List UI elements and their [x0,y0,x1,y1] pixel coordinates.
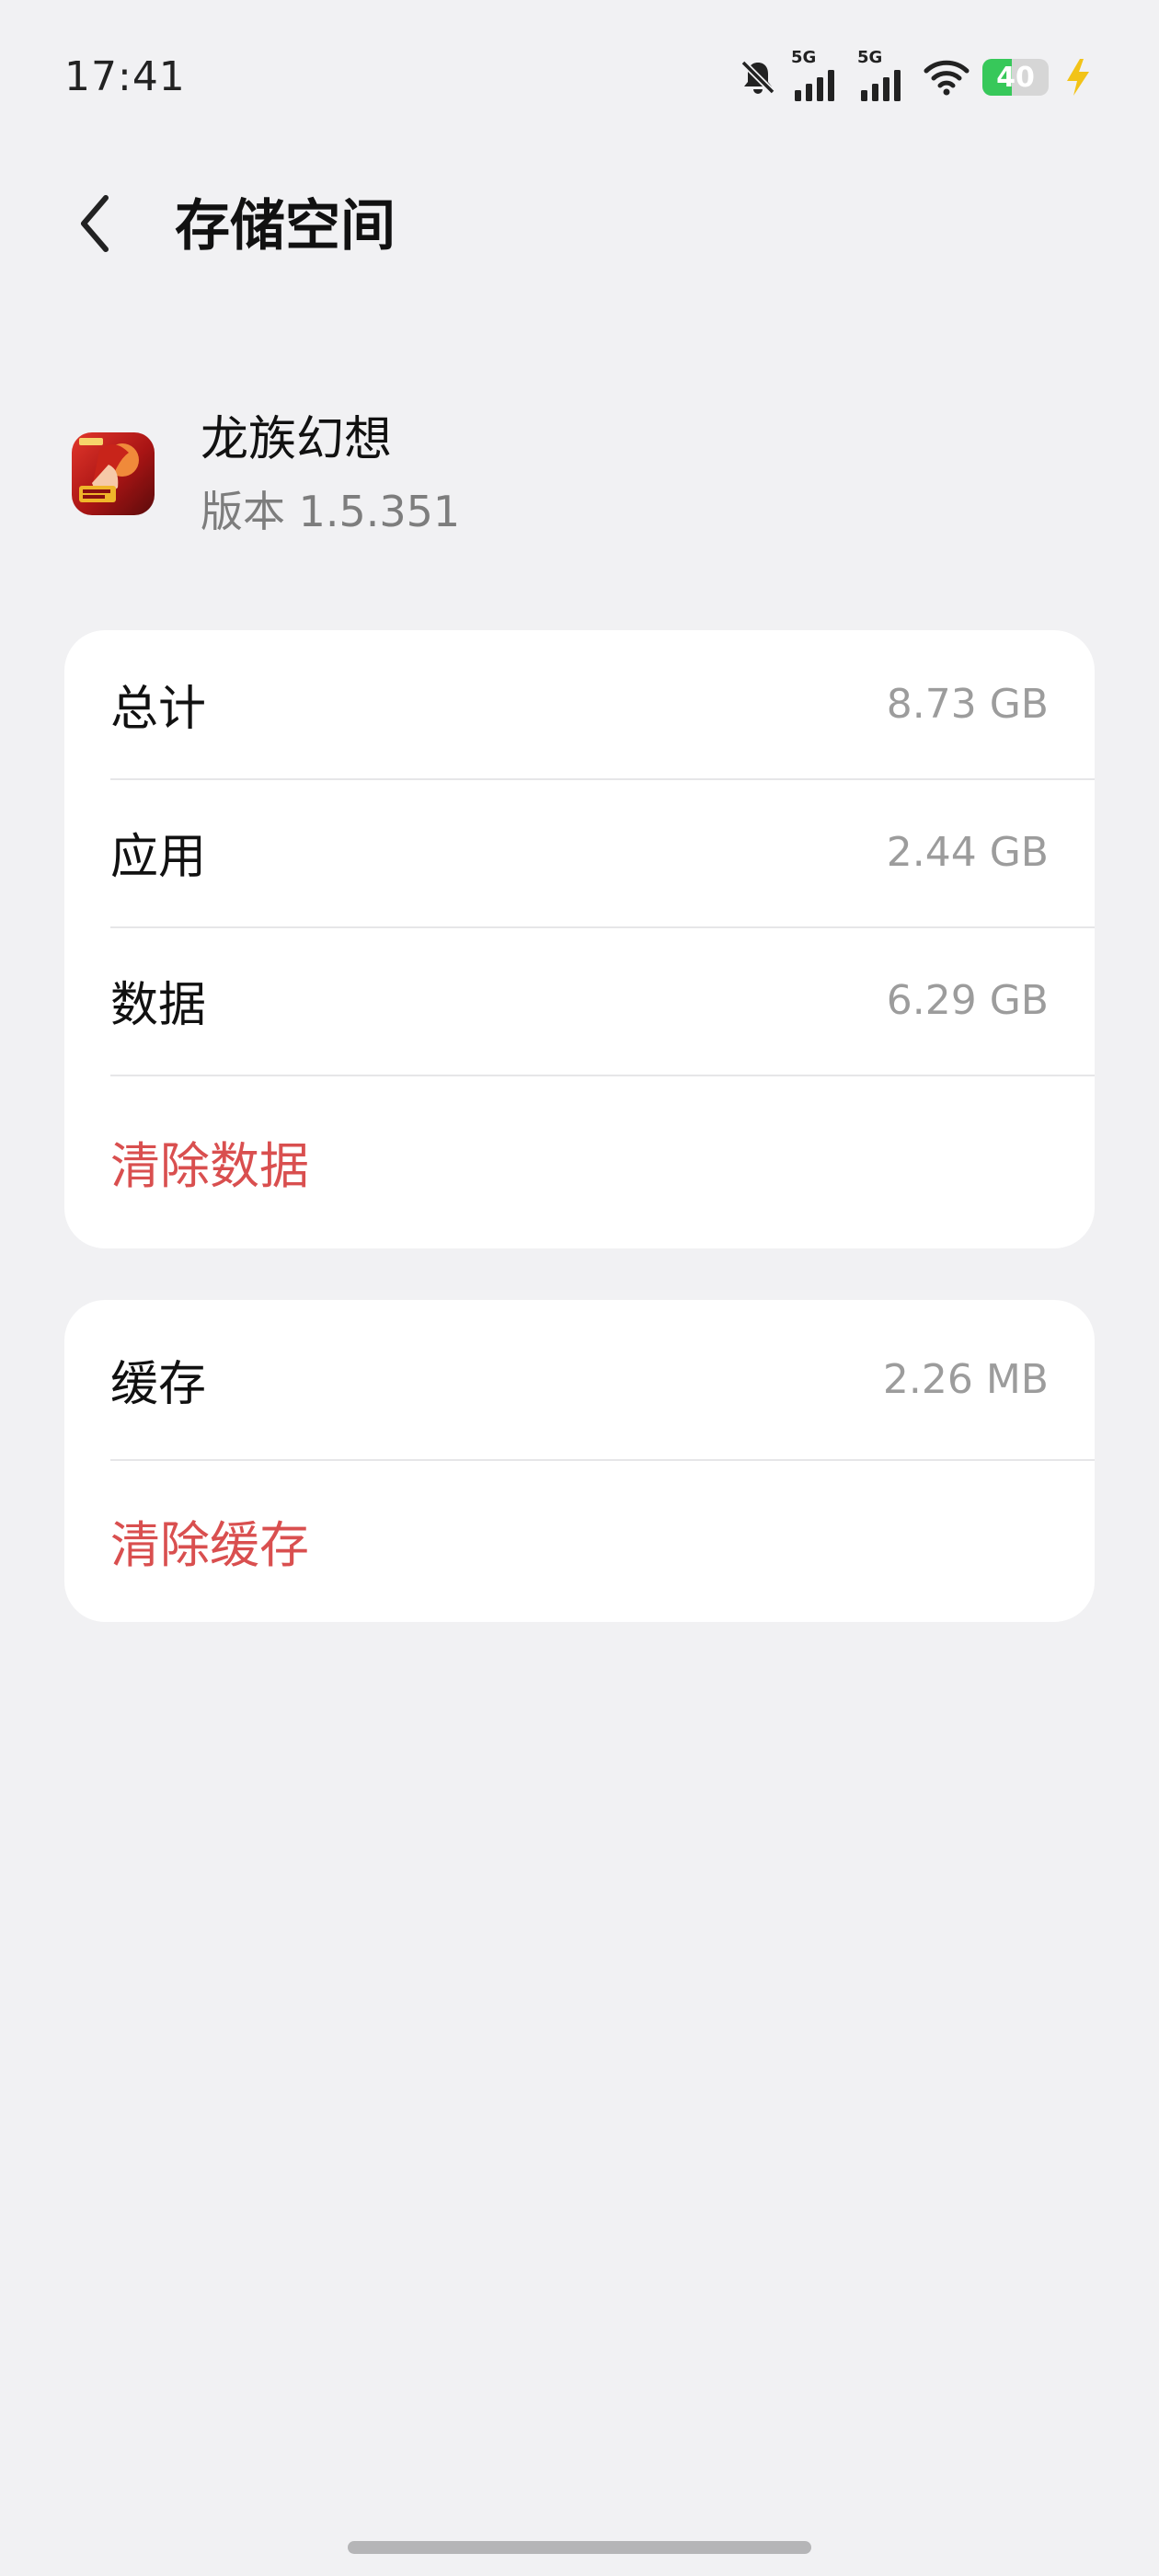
bell-off-icon [738,57,778,98]
header: 存储空间 [0,166,1159,285]
home-indicator[interactable] [348,2541,811,2554]
network-label: 5G [791,48,817,67]
row-label: 数据 [110,978,207,1033]
storage-row-data: 数据 6.29 GB [64,926,1095,1075]
row-label: 缓存 [110,1357,207,1412]
storage-row-app: 应用 2.44 GB [64,778,1095,926]
page-title: 存储空间 [175,194,396,259]
battery-icon: 40 [982,59,1049,96]
app-version: 版本 1.5.351 [201,487,461,536]
app-icon [72,432,155,515]
row-value: 8.73 GB [886,681,1049,728]
battery-level: 40 [996,61,1035,94]
status-bar: 17:41 5G 5G 40 [0,0,1159,156]
signal-icon: 5G [791,48,844,101]
clear-data-label: 清除数据 [110,1137,309,1195]
row-value: 2.44 GB [886,829,1049,876]
app-name: 龙族幻想 [201,412,393,467]
back-button[interactable] [63,193,127,258]
row-label: 总计 [110,682,207,737]
chevron-left-icon [76,194,113,257]
clear-data-button[interactable]: 清除数据 [64,1075,1095,1248]
charging-bolt-icon [1061,57,1095,98]
status-icons: 5G 5G 40 [738,48,1095,105]
row-value: 2.26 MB [882,1356,1049,1403]
row-value: 6.29 GB [886,977,1049,1024]
app-info: 龙族幻想 版本 1.5.351 [0,386,1159,570]
signal-icon: 5G [857,48,911,101]
cache-card: 缓存 2.26 MB 清除缓存 [64,1300,1095,1622]
clear-cache-label: 清除缓存 [110,1516,309,1574]
wifi-icon [924,59,970,96]
status-time: 17:41 [64,53,186,100]
clear-cache-button[interactable]: 清除缓存 [64,1459,1095,1622]
network-label: 5G [857,48,883,67]
storage-card: 总计 8.73 GB 应用 2.44 GB 数据 6.29 GB 清除数据 [64,630,1095,1248]
storage-row-total: 总计 8.73 GB [64,630,1095,778]
cache-row: 缓存 2.26 MB [64,1300,1095,1459]
row-label: 应用 [110,830,207,885]
